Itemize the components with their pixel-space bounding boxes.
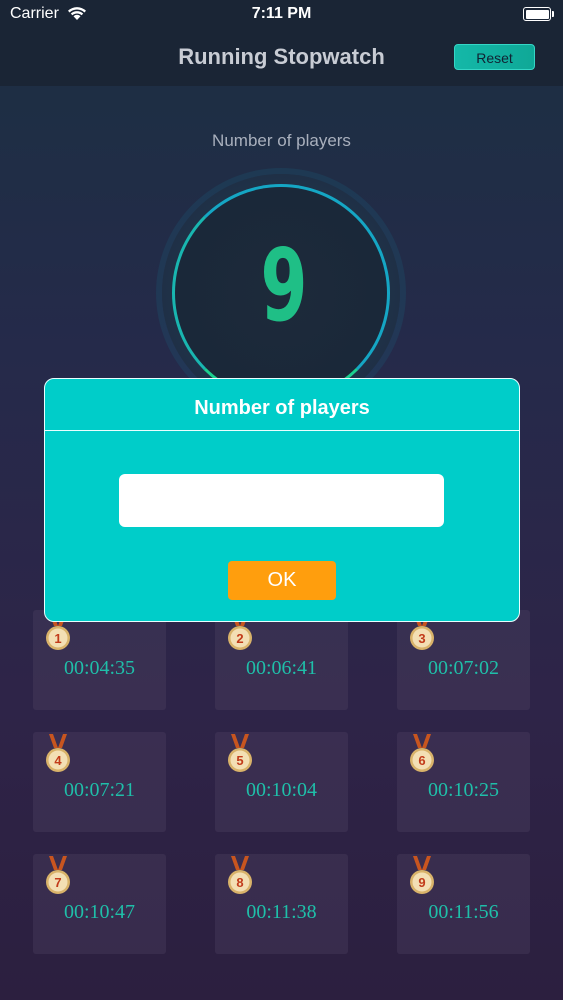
battery-icon <box>523 7 554 21</box>
medal-icon: 4 <box>46 734 70 772</box>
result-time: 00:11:38 <box>246 901 317 923</box>
medal-rank-label: 6 <box>418 753 425 768</box>
medal-rank-label: 3 <box>418 631 425 646</box>
medal-rank-label: 1 <box>54 631 61 646</box>
result-card-9[interactable]: 9 00:11:56 <box>397 854 530 954</box>
result-time: 00:10:25 <box>427 779 500 801</box>
medal-icon: 6 <box>410 734 434 772</box>
players-label: Number of players <box>212 131 351 150</box>
result-card-4[interactable]: 4 00:07:21 <box>33 732 166 832</box>
result-time: 00:10:04 <box>245 779 318 801</box>
reset-button[interactable]: Reset <box>454 44 535 70</box>
medal-rank-label: 9 <box>418 875 425 890</box>
player-count-input[interactable] <box>119 474 444 527</box>
result-card-2[interactable]: 2 00:06:41 <box>215 610 348 710</box>
result-card-3[interactable]: 3 00:07:02 <box>397 610 530 710</box>
medal-rank-label: 5 <box>236 753 243 768</box>
dialog-title: Number of players <box>194 397 370 419</box>
result-time: 00:07:02 <box>427 657 500 679</box>
result-time: 00:07:21 <box>63 779 136 801</box>
result-card-5[interactable]: 5 00:10:04 <box>215 732 348 832</box>
medal-rank-label: 8 <box>236 875 243 890</box>
navigation-bar: Running Stopwatch Reset <box>0 30 563 86</box>
result-time: 00:04:35 <box>63 657 136 679</box>
result-card-7[interactable]: 7 00:10:47 <box>33 854 166 954</box>
medal-icon: 9 <box>410 856 434 894</box>
result-time: 00:10:47 <box>63 901 136 923</box>
medal-icon: 5 <box>228 734 252 772</box>
result-card-6[interactable]: 6 00:10:25 <box>397 732 530 832</box>
medal-icon: 8 <box>228 856 252 894</box>
status-bar: Carrier 7:11 PM <box>0 0 563 30</box>
medal-rank-label: 7 <box>54 875 61 890</box>
result-card-8[interactable]: 8 00:11:38 <box>215 854 348 954</box>
result-time: 00:06:41 <box>245 657 318 679</box>
result-time: 00:11:56 <box>428 901 499 923</box>
medal-rank-label: 2 <box>236 631 243 646</box>
medal-icon: 7 <box>46 856 70 894</box>
player-count-value: 9 <box>260 227 308 344</box>
dialog-divider <box>45 430 519 431</box>
ok-button[interactable]: OK <box>228 561 336 600</box>
result-card-1[interactable]: 1 00:04:35 <box>33 610 166 710</box>
medal-rank-label: 4 <box>54 753 62 768</box>
player-count-dialog: Number of players OK <box>44 378 520 622</box>
status-time: 7:11 PM <box>251 5 312 22</box>
dial-ring: 9 <box>172 184 390 402</box>
player-count-dial[interactable]: 9 <box>162 174 400 412</box>
